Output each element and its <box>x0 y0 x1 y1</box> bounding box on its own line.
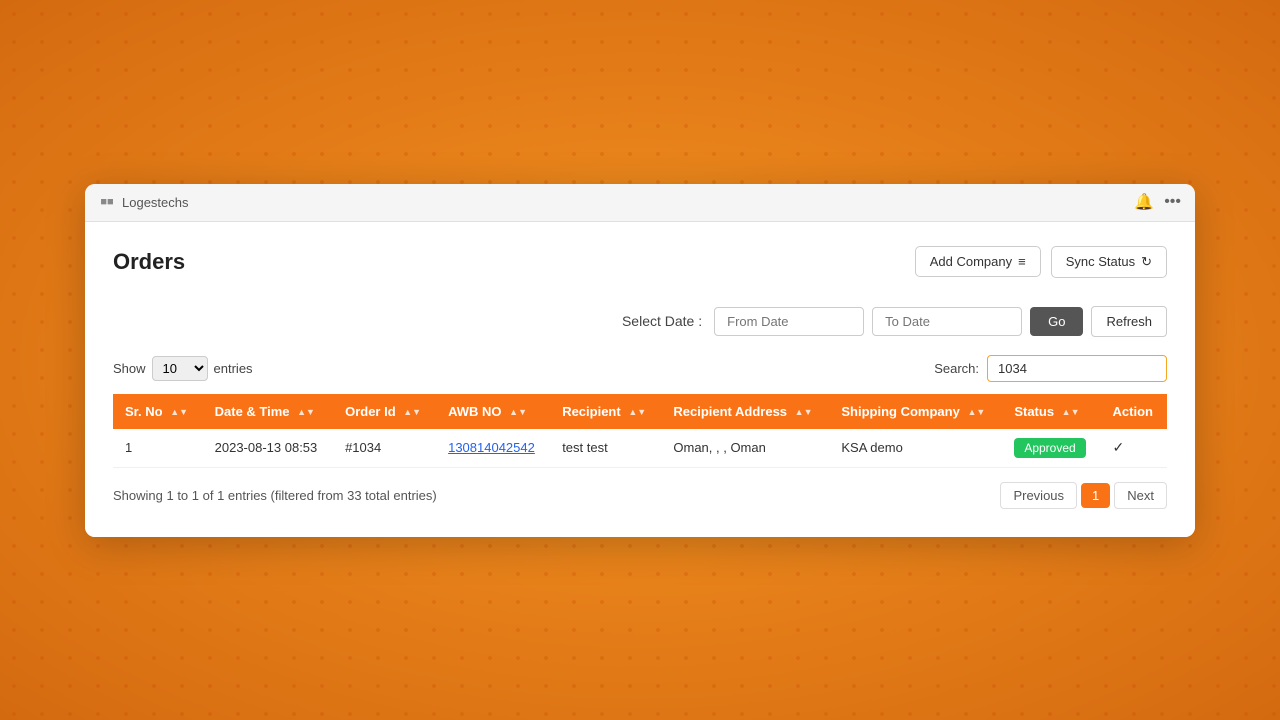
status-badge: Approved <box>1014 438 1085 458</box>
cell-date-time: 2023-08-13 08:53 <box>203 429 333 468</box>
cell-recipient-address: Oman, , , Oman <box>661 429 829 468</box>
add-company-button[interactable]: Add Company ≡ <box>915 246 1041 277</box>
titlebar-left: ■■ Logestechs <box>99 194 189 210</box>
sort-icon-date: ▲▼ <box>297 408 315 417</box>
previous-button[interactable]: Previous <box>1000 482 1077 509</box>
col-recipient-address: Recipient Address ▲▼ <box>661 394 829 429</box>
go-button[interactable]: Go <box>1030 307 1083 336</box>
sync-icon: ↻ <box>1141 254 1152 270</box>
titlebar: ■■ Logestechs 🔔 ••• <box>85 184 1195 222</box>
cell-status: Approved <box>1002 429 1100 468</box>
show-label: Show <box>113 361 146 376</box>
cell-recipient: test test <box>550 429 661 468</box>
cell-sr-no: 1 <box>113 429 203 468</box>
sort-icon-shipping: ▲▼ <box>967 408 985 417</box>
filter-icon: ≡ <box>1018 254 1026 269</box>
col-recipient: Recipient ▲▼ <box>550 394 661 429</box>
titlebar-right: 🔔 ••• <box>1134 192 1181 212</box>
col-order-id: Order Id ▲▼ <box>333 394 436 429</box>
page-title: Orders <box>113 249 185 275</box>
action-check-icon[interactable]: ✓ <box>1113 439 1125 455</box>
app-icon: ■■ <box>99 194 115 210</box>
table-controls: Show 10 25 50 100 entries Search: <box>113 355 1167 382</box>
sort-icon-order: ▲▼ <box>403 408 421 417</box>
show-entries-control: Show 10 25 50 100 entries <box>113 356 253 381</box>
search-box: Search: <box>934 355 1167 382</box>
cell-action[interactable]: ✓ <box>1101 429 1167 468</box>
entries-info: Showing 1 to 1 of 1 entries (filtered fr… <box>113 488 437 503</box>
from-date-input[interactable] <box>714 307 864 336</box>
app-name: Logestechs <box>122 195 189 210</box>
table-header-row: Sr. No ▲▼ Date & Time ▲▼ Order Id ▲▼ AWB… <box>113 394 1167 429</box>
main-content: Orders Add Company ≡ Sync Status ↻ Selec… <box>85 222 1195 537</box>
header-actions: Add Company ≡ Sync Status ↻ <box>915 246 1167 278</box>
col-action: Action <box>1101 394 1167 429</box>
to-date-input[interactable] <box>872 307 1022 336</box>
more-icon[interactable]: ••• <box>1164 193 1181 211</box>
pagination: Previous 1 Next <box>1000 482 1167 509</box>
refresh-button[interactable]: Refresh <box>1091 306 1167 337</box>
table-footer: Showing 1 to 1 of 1 entries (filtered fr… <box>113 482 1167 509</box>
sort-icon-address: ▲▼ <box>795 408 813 417</box>
main-window: ■■ Logestechs 🔔 ••• Orders Add Company ≡… <box>85 184 1195 537</box>
sync-status-button[interactable]: Sync Status ↻ <box>1051 246 1167 278</box>
page-header: Orders Add Company ≡ Sync Status ↻ <box>113 246 1167 278</box>
sort-icon-status: ▲▼ <box>1062 408 1080 417</box>
col-awb-no: AWB NO ▲▼ <box>436 394 550 429</box>
add-company-label: Add Company <box>930 254 1012 269</box>
search-input[interactable] <box>987 355 1167 382</box>
sync-status-label: Sync Status <box>1066 254 1135 269</box>
table-row: 1 2023-08-13 08:53 #1034 130814042542 te… <box>113 429 1167 468</box>
cell-shipping-company: KSA demo <box>829 429 1002 468</box>
sort-icon-sr: ▲▼ <box>170 408 188 417</box>
sort-icon-recipient: ▲▼ <box>628 408 646 417</box>
search-label: Search: <box>934 361 979 376</box>
entries-select[interactable]: 10 25 50 100 <box>152 356 208 381</box>
sort-icon-awb: ▲▼ <box>509 408 527 417</box>
col-sr-no: Sr. No ▲▼ <box>113 394 203 429</box>
next-button[interactable]: Next <box>1114 482 1167 509</box>
col-status: Status ▲▼ <box>1002 394 1100 429</box>
cell-awb-no[interactable]: 130814042542 <box>436 429 550 468</box>
bell-icon[interactable]: 🔔 <box>1134 192 1154 212</box>
entries-label: entries <box>214 361 253 376</box>
cell-order-id: #1034 <box>333 429 436 468</box>
col-shipping-company: Shipping Company ▲▼ <box>829 394 1002 429</box>
select-date-label: Select Date : <box>622 313 702 329</box>
page-1-button[interactable]: 1 <box>1081 483 1110 508</box>
orders-table: Sr. No ▲▼ Date & Time ▲▼ Order Id ▲▼ AWB… <box>113 394 1167 468</box>
col-date-time: Date & Time ▲▼ <box>203 394 333 429</box>
date-filter-row: Select Date : Go Refresh <box>113 306 1167 337</box>
